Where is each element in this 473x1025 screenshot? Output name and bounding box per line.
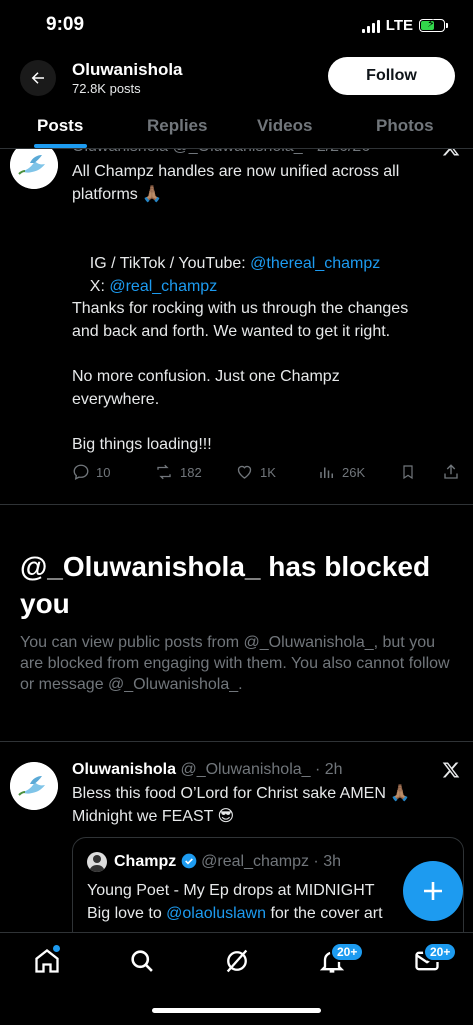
nav-notifications[interactable]: 20+	[318, 942, 365, 975]
tab-posts[interactable]: Posts	[37, 116, 83, 136]
network-label: LTE	[385, 17, 413, 34]
mention-link[interactable]: @olaoluslawn	[166, 905, 266, 922]
views-count: 26K	[342, 464, 366, 480]
nav-home[interactable]	[33, 945, 61, 975]
tweet-paragraph: Big things loading!!!	[72, 436, 212, 453]
battery-icon: ⚡	[419, 18, 448, 32]
repost-icon	[157, 464, 171, 480]
quote-text-line: Young Poet - My Ep drops at MIDNIGHT	[87, 882, 375, 899]
bookmark-button[interactable]	[400, 463, 416, 481]
nav-search[interactable]	[128, 947, 156, 975]
divider	[0, 741, 473, 742]
reply-count: 10	[96, 464, 111, 480]
status-indicators: LTE ⚡	[361, 17, 448, 34]
person-icon	[89, 855, 105, 872]
compose-button[interactable]	[403, 861, 463, 921]
bookmark-icon	[403, 465, 413, 480]
quote-handle-time: @real_champz · 3h	[201, 853, 341, 870]
x-logo-icon	[442, 762, 460, 778]
grok-icon	[226, 949, 248, 973]
reply-button[interactable]: 10	[72, 463, 110, 481]
tab-replies[interactable]: Replies	[147, 116, 207, 136]
notifications-badge: 20+	[330, 942, 365, 962]
verified-icon	[181, 853, 197, 869]
like-count: 1K	[260, 464, 276, 480]
quote-avatar	[87, 852, 107, 872]
repost-count: 182	[180, 464, 202, 480]
repost-button[interactable]: 182	[154, 463, 202, 481]
like-button[interactable]: 1K	[235, 463, 276, 481]
back-button[interactable]	[20, 60, 56, 96]
search-icon	[131, 950, 153, 972]
blocked-title: @_Oluwanishola_ has blocked you	[20, 551, 431, 619]
share-button[interactable]	[442, 463, 460, 481]
dove-icon	[10, 762, 58, 810]
views-icon	[320, 467, 333, 478]
plus-icon	[424, 882, 442, 900]
tab-videos[interactable]: Videos	[257, 116, 312, 136]
tweet-meta: Oluwanishola @_Oluwanishola_ · 2h	[72, 761, 343, 779]
blocked-description: You can view public posts from @_Oluwani…	[20, 634, 450, 693]
tab-photos[interactable]: Photos	[376, 116, 434, 136]
mention-link[interactable]: @real_champz	[109, 278, 217, 295]
nav-messages[interactable]: 20+	[413, 942, 458, 975]
mention-link[interactable]: @thereal_champz	[250, 255, 380, 272]
quote-text-line: Big love to @olaoluslawn for the cover a…	[87, 905, 383, 923]
home-indicator	[152, 1008, 321, 1013]
tweet-text-line: platforms 🙏🏽	[72, 186, 163, 203]
quote-author-name: Champz	[114, 853, 177, 870]
tweet-text-line: All Champz handles are now unified acros…	[72, 163, 400, 180]
nav-grok[interactable]	[223, 947, 251, 975]
follow-button[interactable]: Follow	[328, 57, 455, 95]
tweet-paragraph: No more confusion. Just one Champz every…	[72, 368, 340, 408]
tweet-text-line: Bless this food O’Lord for Christ sake A…	[72, 785, 411, 802]
profile-header: Oluwanishola 72.8K posts Follow	[0, 52, 473, 102]
post-count: 72.8K posts	[72, 81, 141, 96]
messages-badge: 20+	[423, 942, 458, 962]
profile-name: Oluwanishola	[72, 60, 183, 79]
tweet-actions: 10 182 1K 26K	[72, 463, 462, 485]
tweet-text-line: Midnight we FEAST 😎	[72, 808, 235, 825]
back-arrow-icon	[31, 72, 44, 84]
status-time: 9:09	[46, 14, 85, 35]
tweet-paragraph: Thanks for rocking with us through the c…	[72, 300, 409, 340]
unread-dot	[53, 945, 60, 952]
divider	[0, 504, 473, 505]
quote-meta: Champz @real_champz · 3h	[114, 853, 341, 871]
profile-tabs: Posts Replies Videos Photos	[0, 102, 473, 149]
views-button[interactable]: 26K	[318, 463, 365, 481]
share-icon	[444, 464, 458, 479]
author-handle-time: @_Oluwanishola_ · 2h	[176, 761, 343, 778]
active-tab-indicator	[34, 144, 87, 148]
quote-text: for the cover art	[266, 905, 383, 922]
reply-icon	[73, 464, 89, 480]
avatar[interactable]	[10, 762, 58, 810]
heart-icon	[237, 465, 252, 479]
quote-text: Big love to	[87, 905, 167, 922]
status-bar: 9:09 LTE ⚡	[0, 0, 473, 52]
tweet-text-label: X:	[89, 277, 110, 295]
author-name[interactable]: Oluwanishola	[72, 761, 176, 778]
signal-icon	[361, 19, 380, 33]
